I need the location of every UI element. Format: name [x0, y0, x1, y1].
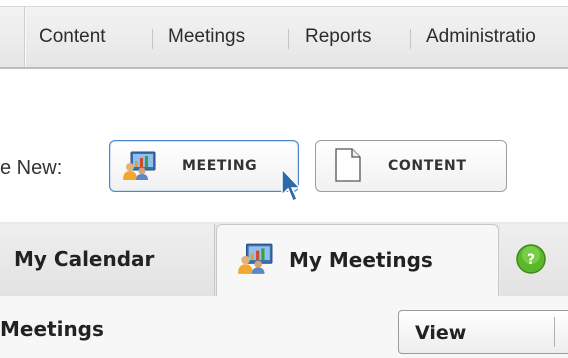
nav-item-administration[interactable]: Administratio — [426, 26, 536, 48]
svg-text:?: ? — [527, 252, 535, 268]
view-dropdown[interactable]: View — [398, 310, 568, 354]
nav-item-content[interactable]: Content — [39, 26, 106, 48]
new-content-label: CONTENT — [388, 158, 467, 174]
tab-my-calendar-label: My Calendar — [14, 247, 155, 271]
view-dropdown-value: View — [415, 322, 467, 344]
help-icon: ? — [515, 243, 547, 280]
nav-item-reports[interactable]: Reports — [305, 26, 372, 48]
document-icon — [335, 148, 361, 187]
tab-my-meetings-label: My Meetings — [289, 248, 433, 272]
tab-help[interactable]: ? — [500, 224, 568, 296]
section-title: Meetings — [0, 317, 104, 341]
create-new-label: e New: — [0, 157, 63, 179]
nav-separator — [152, 29, 153, 49]
nav-left-edge — [0, 7, 25, 67]
dropdown-divider — [554, 317, 555, 347]
meeting-icon — [237, 242, 273, 281]
tab-my-meetings[interactable]: My Meetings — [216, 224, 499, 296]
meetings-section-header: Meetings View — [0, 296, 568, 358]
new-content-button[interactable]: CONTENT — [315, 140, 507, 192]
tab-my-calendar[interactable]: My Calendar — [0, 224, 215, 296]
mouse-cursor-icon — [281, 167, 303, 209]
nav-item-meetings[interactable]: Meetings — [168, 26, 245, 48]
new-meeting-label: MEETING — [182, 158, 258, 174]
nav-separator — [410, 29, 411, 49]
meeting-icon — [122, 151, 156, 186]
top-nav-bar: Content Meetings Reports Administratio — [0, 6, 568, 69]
nav-separator — [288, 29, 289, 49]
new-meeting-button[interactable]: MEETING — [109, 140, 299, 192]
